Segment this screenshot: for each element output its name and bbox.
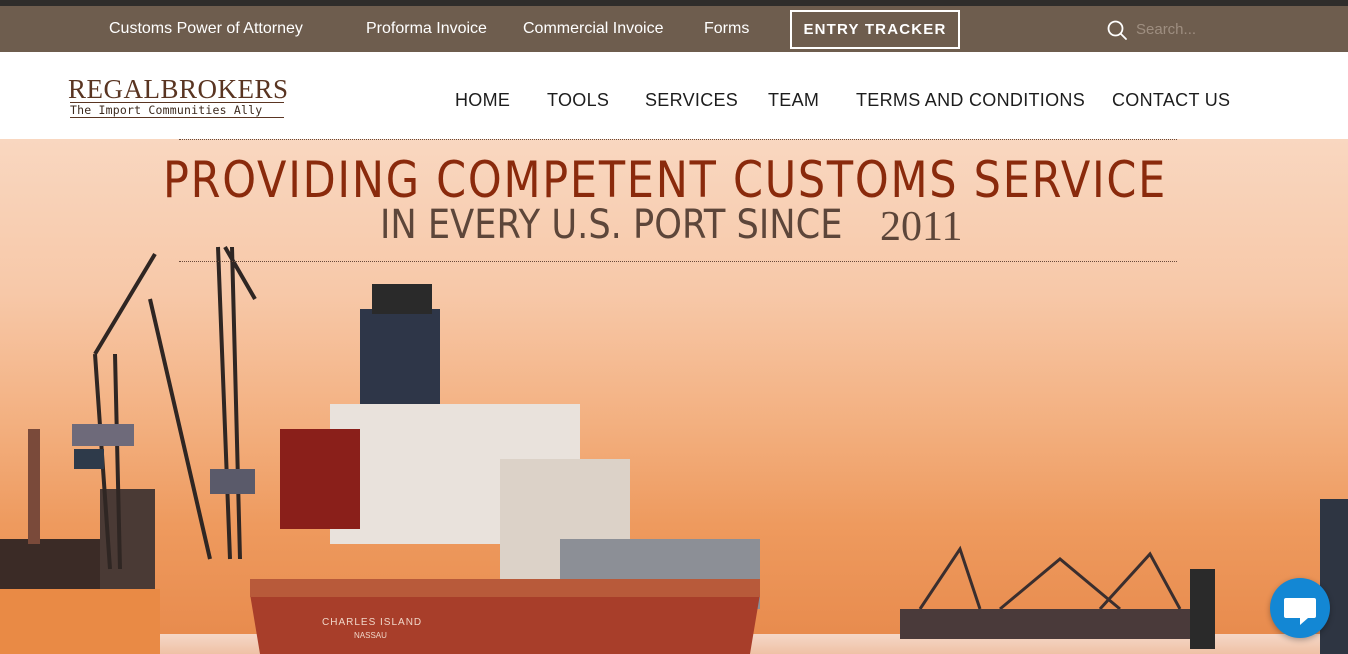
search-icon[interactable]: [1106, 19, 1128, 41]
forms-link[interactable]: Forms: [704, 6, 749, 52]
hero-subtitle: IN EVERY U.S. PORT SINCE: [380, 202, 843, 248]
search-input[interactable]: [1136, 16, 1286, 42]
ship-port: NASSAU: [354, 631, 387, 640]
chat-button[interactable]: [1270, 578, 1330, 638]
hero-year: 2011: [880, 204, 963, 250]
search-box: [1106, 6, 1306, 52]
hero-banner: CHARLES ISLAND NASSAU PROVIDING COMPETEN…: [0, 139, 1348, 654]
logo-tagline: The Import Communities Ally: [70, 103, 263, 117]
logo-underline: [70, 117, 284, 118]
nav-services[interactable]: SERVICES: [645, 52, 738, 139]
customs-power-of-attorney-link[interactable]: Customs Power of Attorney: [109, 6, 303, 52]
logo-name: REGALBROKERS: [68, 74, 289, 104]
commercial-invoice-link[interactable]: Commercial Invoice: [523, 6, 663, 52]
chat-icon: [1284, 598, 1316, 625]
ship-name: CHARLES ISLAND: [322, 617, 422, 628]
entry-tracker-button[interactable]: ENTRY TRACKER: [790, 10, 960, 49]
hero-bottom-rule: [179, 261, 1177, 262]
proforma-invoice-link[interactable]: Proforma Invoice: [366, 6, 487, 52]
nav-team[interactable]: TEAM: [768, 52, 819, 139]
hero-top-rule: [179, 139, 1177, 140]
utility-bar: Customs Power of Attorney Proforma Invoi…: [0, 6, 1348, 52]
nav-terms-and-conditions[interactable]: TERMS AND CONDITIONS: [856, 52, 1085, 139]
logo[interactable]: REGALBROKERS The Import Communities Ally: [68, 74, 289, 120]
nav-contact-us[interactable]: CONTACT US: [1112, 52, 1230, 139]
nav-tools[interactable]: TOOLS: [547, 52, 609, 139]
main-header: REGALBROKERS The Import Communities Ally…: [0, 52, 1348, 139]
nav-home[interactable]: HOME: [455, 52, 510, 139]
